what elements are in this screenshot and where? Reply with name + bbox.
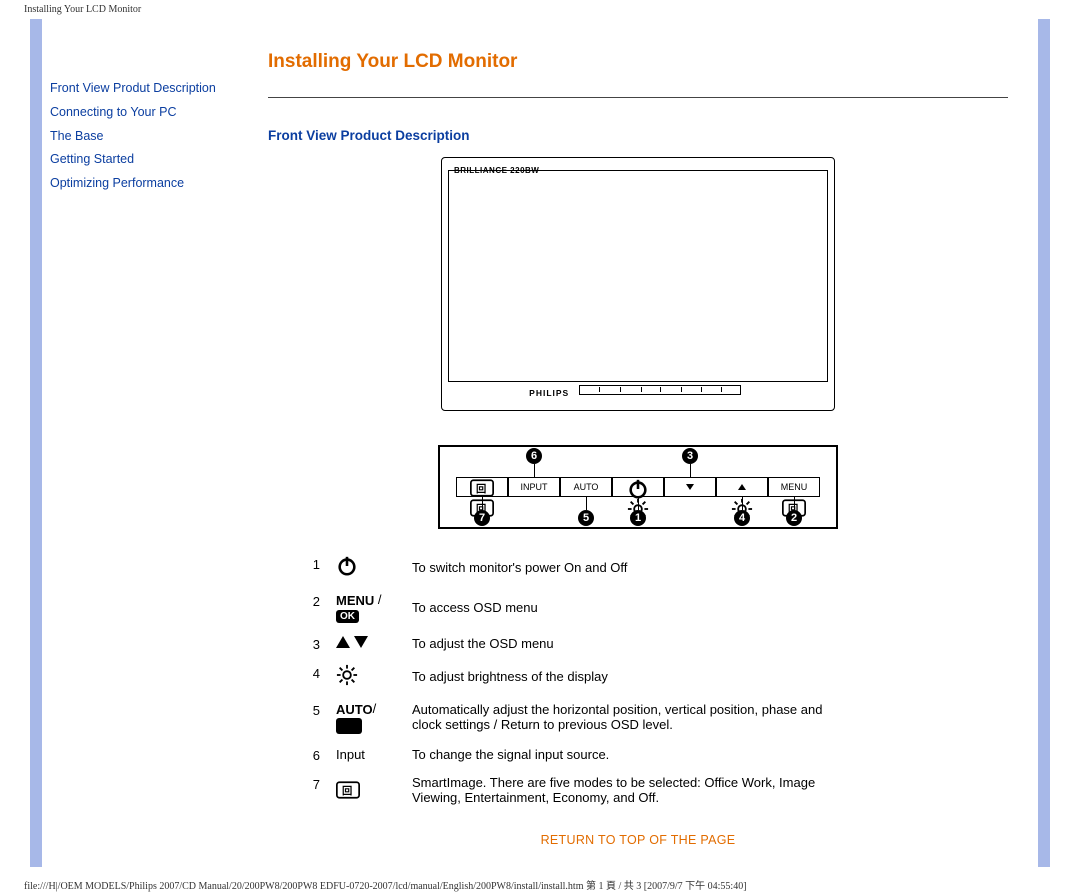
row-number: 2 [292, 586, 328, 629]
row-description: Automatically adjust the horizontal posi… [404, 695, 862, 740]
header-strip: Installing Your LCD Monitor [0, 0, 1080, 19]
row-icon [328, 658, 404, 695]
page-frame: Front View Produt Description Connecting… [30, 19, 1050, 867]
button-panel-frame: 回回7INPUT6AUTO5134MENU回2 [438, 445, 838, 529]
smartimage-icon: 回 [470, 479, 494, 497]
ok-badge: OK [336, 610, 359, 623]
brand-top-label: BRILLIANCE 220BW [454, 166, 539, 175]
callout-number: 3 [682, 448, 698, 464]
row-description: To change the signal input source. [404, 740, 862, 769]
table-row: 3 To adjust the OSD menu [292, 629, 862, 658]
row-number: 7 [292, 769, 328, 811]
arrow-down-icon [686, 484, 694, 490]
bezel-button-strip [579, 385, 741, 395]
row-icon: Input [328, 740, 404, 769]
row-number: 6 [292, 740, 328, 769]
row-description: SmartImage. There are five modes to be s… [404, 769, 862, 811]
table-row: 2MENU / OKTo access OSD menu [292, 586, 862, 629]
monitor-figure: BRILLIANCE 220BW PHILIPS [268, 157, 1008, 411]
table-row: 6 Input To change the signal input source. [292, 740, 862, 769]
sidebar-nav: Front View Produt Description Connecting… [42, 19, 248, 867]
arrow-down-icon [354, 636, 368, 648]
panel-button: AUTO5 [560, 477, 612, 497]
decor-bar-left [30, 19, 42, 867]
arrow-up-icon [336, 636, 350, 648]
sidebar-item-front-view[interactable]: Front View Produt Description [50, 77, 240, 101]
panel-button: 4 [716, 477, 768, 497]
row-icon: AUTO/ [328, 695, 404, 740]
return-to-top-link[interactable]: RETURN TO TOP OF THE PAGE [541, 833, 736, 847]
row-number: 3 [292, 629, 328, 658]
menu-label: MENU [336, 593, 374, 608]
table-row: 1 To switch monitor's power On and Off [292, 549, 862, 586]
return-icon [340, 719, 358, 733]
panel-button: 3 [664, 477, 716, 497]
callout-number: 7 [474, 510, 490, 526]
button-description-table: 1To switch monitor's power On and Off2ME… [292, 549, 862, 811]
svg-text:回: 回 [476, 483, 486, 495]
callout-number: 2 [786, 510, 802, 526]
decor-bar-right [1038, 19, 1050, 867]
sidebar-item-getting-started[interactable]: Getting Started [50, 148, 240, 172]
row-number: 1 [292, 549, 328, 586]
table-row: 7 回 SmartImage. There are five modes to be… [292, 769, 862, 811]
callout-number: 4 [734, 510, 750, 526]
return-badge [336, 718, 362, 734]
panel-button: MENU回2 [768, 477, 820, 497]
page-title: Installing Your LCD Monitor [268, 51, 1008, 73]
brand-bottom-label: PHILIPS [529, 388, 569, 398]
row-number: 4 [292, 658, 328, 695]
auto-label: AUTO [336, 702, 373, 717]
panel-button-label: INPUT [521, 482, 548, 492]
row-number: 5 [292, 695, 328, 740]
power-icon [336, 555, 358, 577]
sidebar-item-connecting[interactable]: Connecting to Your PC [50, 101, 240, 125]
section-title: Front View Product Description [268, 128, 1008, 143]
panel-button: 回回7 [456, 477, 508, 497]
monitor-outline: BRILLIANCE 220BW PHILIPS [441, 157, 835, 411]
table-row: 5AUTO/Automatically adjust the horizonta… [292, 695, 862, 740]
panel-button: INPUT6 [508, 477, 560, 497]
callout-number: 6 [526, 448, 542, 464]
divider [268, 97, 1008, 98]
row-description: To adjust the OSD menu [404, 629, 862, 658]
row-description: To access OSD menu [404, 586, 862, 629]
row-icon: MENU / OK [328, 586, 404, 629]
input-label: Input [336, 747, 365, 762]
brightness-icon [336, 664, 358, 686]
return-to-top: RETURN TO TOP OF THE PAGE [268, 833, 1008, 847]
sidebar-item-base[interactable]: The Base [50, 125, 240, 149]
panel-button: 1 [612, 477, 664, 497]
footer-file-path: file:///H|/OEM MODELS/Philips 2007/CD Ma… [24, 877, 1080, 892]
main-content: Installing Your LCD Monitor Front View P… [248, 19, 1038, 867]
table-row: 4 To adjust brightness of the display [292, 658, 862, 695]
monitor-screen [448, 170, 828, 382]
sidebar-item-optimizing[interactable]: Optimizing Performance [50, 172, 240, 196]
row-icon [328, 629, 404, 658]
monitor-bezel-bottom: PHILIPS [448, 384, 828, 406]
row-icon: 回 [328, 769, 404, 811]
row-icon [328, 549, 404, 586]
button-panel-figure: 回回7INPUT6AUTO5134MENU回2 [268, 423, 1008, 529]
callout-number: 1 [630, 510, 646, 526]
panel-button-label: AUTO [574, 482, 599, 492]
smartimage-icon: 回 [336, 781, 360, 799]
button-row: 回回7INPUT6AUTO5134MENU回2 [456, 477, 820, 497]
arrow-up-icon [738, 484, 746, 490]
row-description: To adjust brightness of the display [404, 658, 862, 695]
row-description: To switch monitor's power On and Off [404, 549, 862, 586]
svg-text:回: 回 [342, 785, 352, 797]
panel-button-label: MENU [781, 482, 808, 492]
callout-number: 5 [578, 510, 594, 526]
